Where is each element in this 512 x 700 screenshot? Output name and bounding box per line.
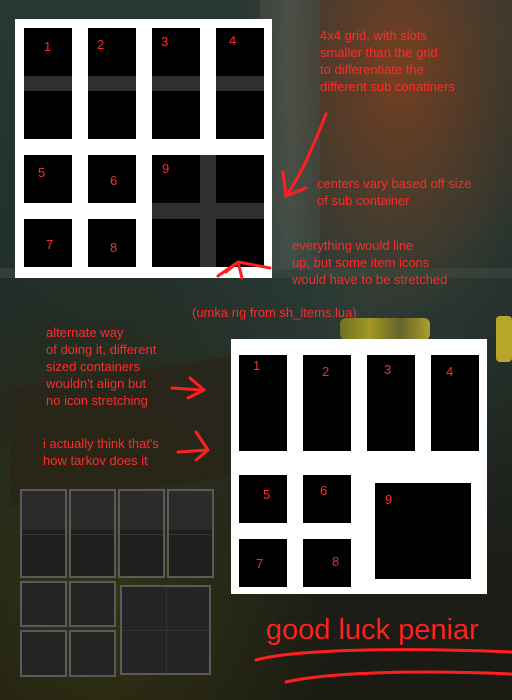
signature-underline (284, 670, 512, 684)
arrow-head (194, 430, 210, 462)
arrow-up-to-panel (216, 260, 272, 278)
arrow-curve-to-panel (284, 112, 328, 198)
signature-underline (254, 648, 512, 662)
arrow-tarkov (176, 448, 210, 454)
annotation-arrows (170, 112, 512, 684)
arrow-alternate (170, 386, 204, 392)
arrow-head (224, 260, 244, 280)
